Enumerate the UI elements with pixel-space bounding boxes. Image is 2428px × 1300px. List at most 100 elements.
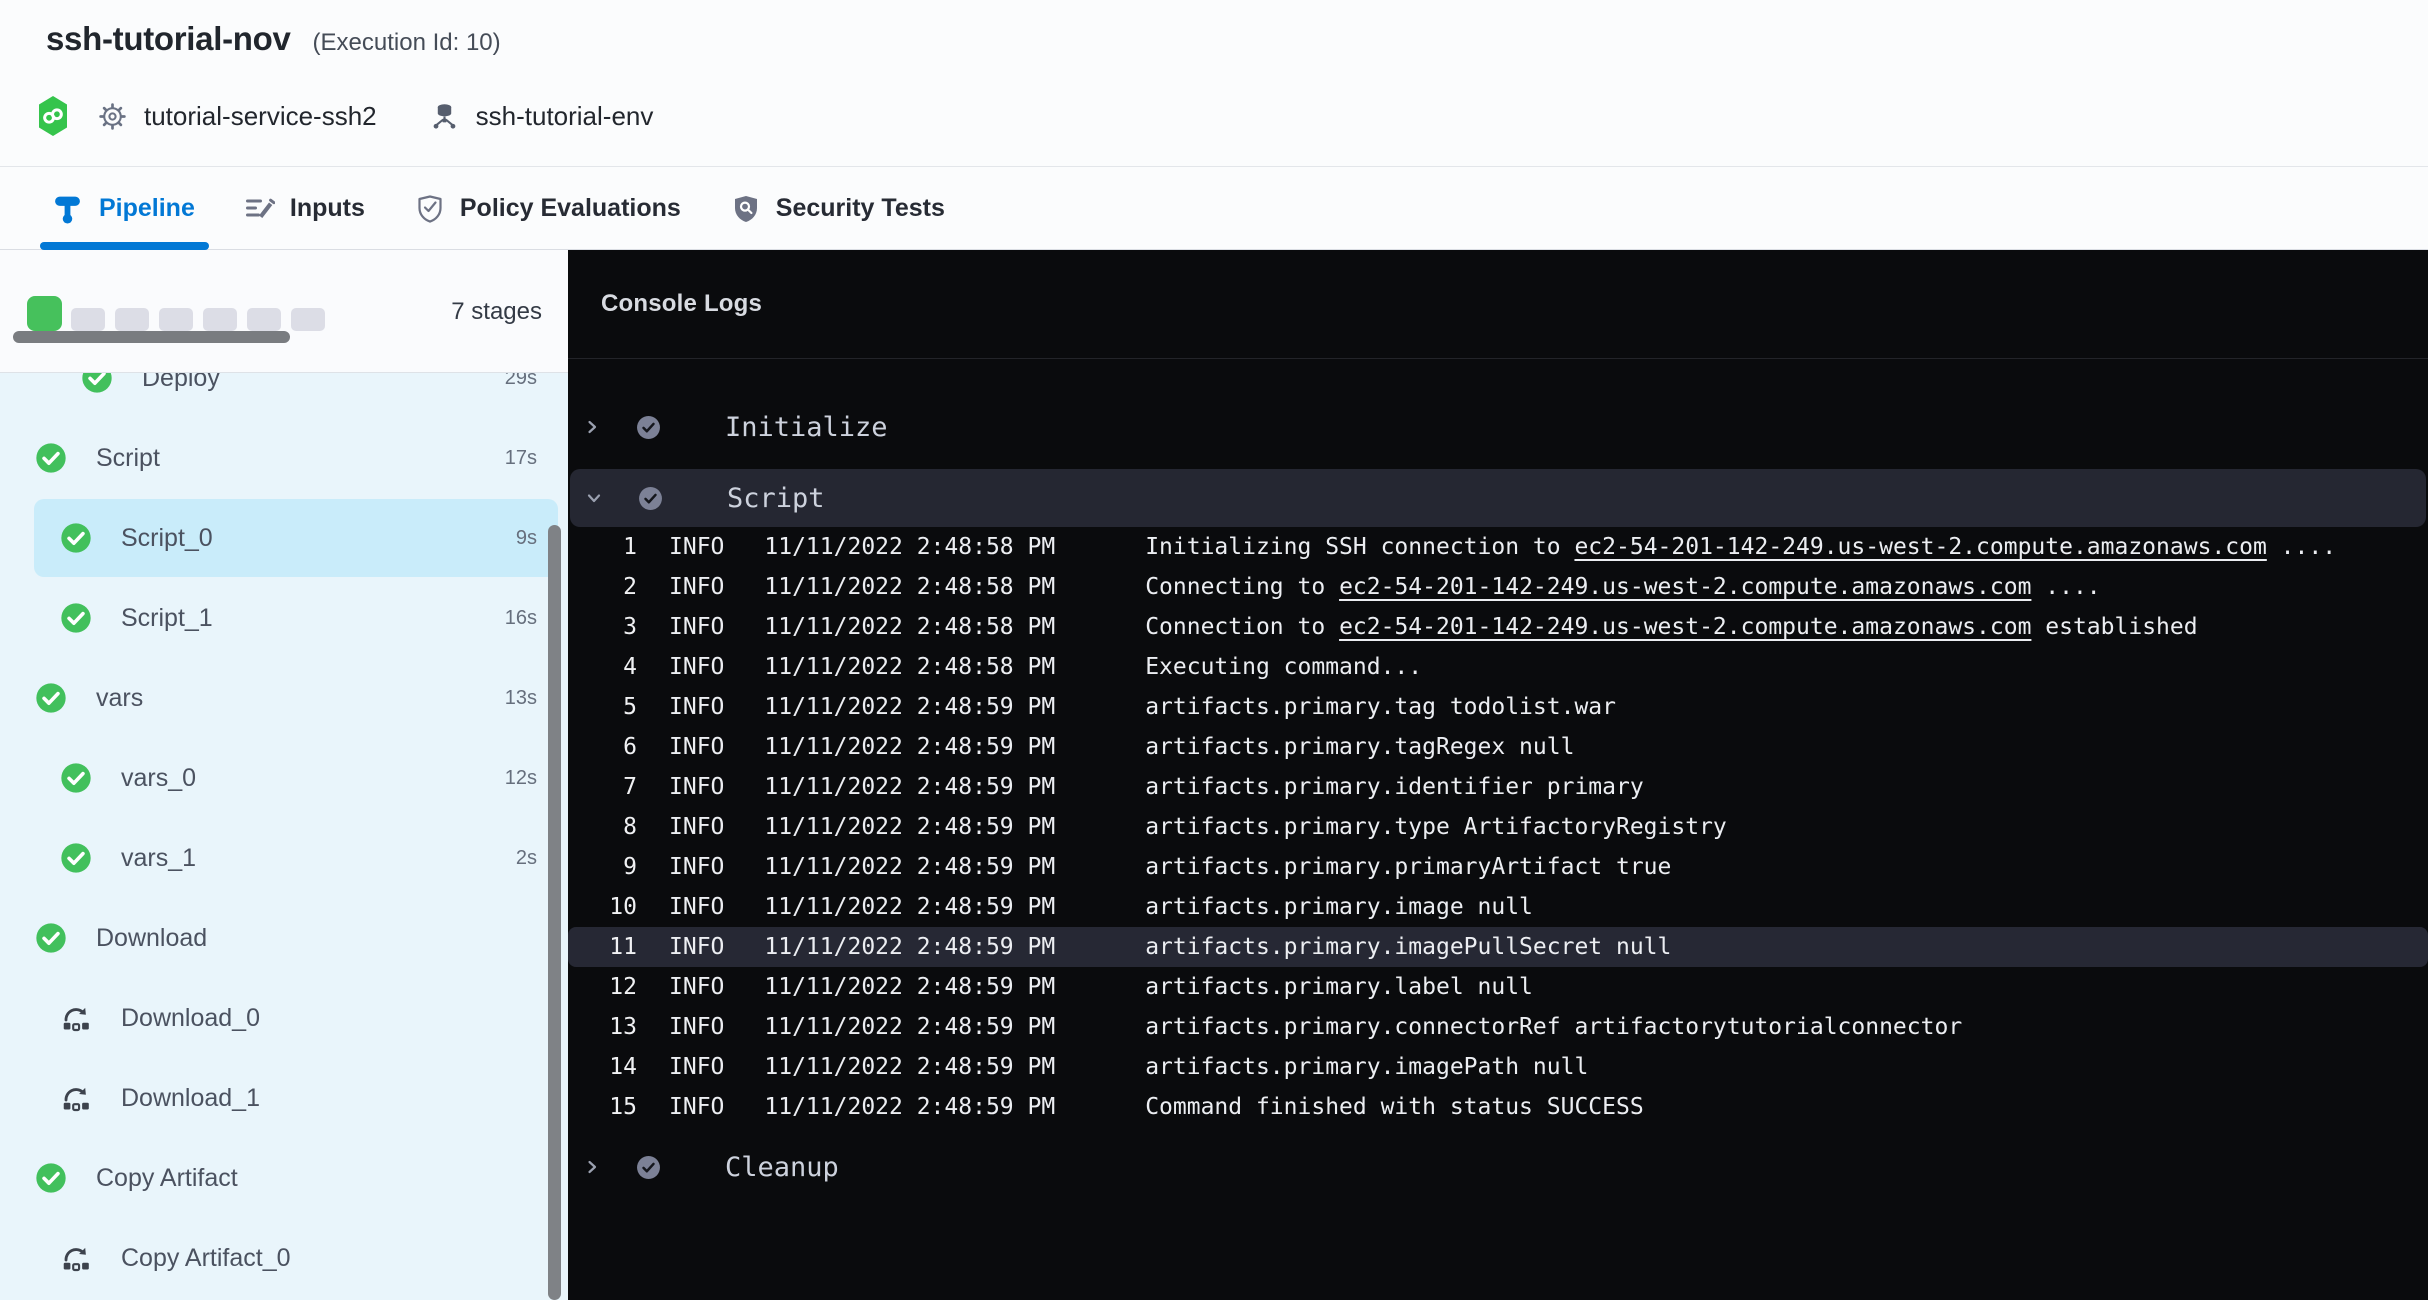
log-line-number: 9 bbox=[568, 847, 637, 887]
horizontal-scrollbar[interactable] bbox=[13, 331, 290, 343]
log-line[interactable]: 4 INFO 11/11/2022 2:48:58 PM Executing c… bbox=[568, 647, 2428, 687]
log-timestamp: 11/11/2022 2:48:59 PM bbox=[764, 767, 1055, 807]
log-section-script[interactable]: Script bbox=[570, 469, 2426, 527]
tab-pipeline[interactable]: Pipeline bbox=[40, 168, 209, 249]
log-text: artifacts.primary.tagRegex null bbox=[1145, 734, 1574, 760]
log-section-cleanup[interactable]: Cleanup bbox=[568, 1145, 2428, 1189]
stage-row[interactable]: Download_0 bbox=[0, 978, 568, 1058]
log-timestamp: 11/11/2022 2:48:58 PM bbox=[764, 527, 1055, 567]
log-lines: 1 INFO 11/11/2022 2:48:58 PM Initializin… bbox=[568, 527, 2428, 1127]
log-text: artifacts.primary.label null bbox=[1145, 974, 1533, 1000]
console-body: Initialize Script 1 INFO 11/11/2022 2:48… bbox=[568, 359, 2428, 1189]
environment-name[interactable]: ssh-tutorial-env bbox=[476, 101, 654, 132]
log-section-initialize[interactable]: Initialize bbox=[568, 405, 2428, 449]
tab-inputs[interactable]: Inputs bbox=[231, 168, 379, 249]
log-text: Connecting to bbox=[1145, 574, 1339, 600]
log-timestamp: 11/11/2022 2:48:59 PM bbox=[764, 807, 1055, 847]
log-line-number: 1 bbox=[568, 527, 637, 567]
cd-pipeline-hexagon-icon bbox=[37, 95, 69, 137]
log-line[interactable]: 1 INFO 11/11/2022 2:48:58 PM Initializin… bbox=[568, 527, 2428, 567]
log-line[interactable]: 2 INFO 11/11/2022 2:48:58 PM Connecting … bbox=[568, 567, 2428, 607]
log-line-number: 10 bbox=[568, 887, 637, 927]
log-line[interactable]: 8 INFO 11/11/2022 2:48:59 PM artifacts.p… bbox=[568, 807, 2428, 847]
stage-row[interactable]: Deploy 29s bbox=[0, 373, 568, 418]
chevron-right-icon[interactable] bbox=[584, 1159, 600, 1175]
rollback-step-icon bbox=[60, 1242, 92, 1274]
log-level: INFO bbox=[669, 767, 724, 807]
pipeline-icon bbox=[54, 194, 84, 224]
log-line[interactable]: 5 INFO 11/11/2022 2:48:59 PM artifacts.p… bbox=[568, 687, 2428, 727]
execution-header: ssh-tutorial-nov (Execution Id: 10) bbox=[0, 0, 2428, 167]
log-message: Executing command... bbox=[1145, 647, 1422, 687]
stage-row[interactable]: Script 17s bbox=[0, 418, 568, 498]
log-level: INFO bbox=[669, 1007, 724, 1047]
log-timestamp: 11/11/2022 2:48:59 PM bbox=[764, 887, 1055, 927]
log-text: artifacts.primary.type ArtifactoryRegist… bbox=[1145, 814, 1727, 840]
log-timestamp: 11/11/2022 2:48:58 PM bbox=[764, 647, 1055, 687]
chevron-down-icon[interactable] bbox=[586, 490, 602, 506]
vertical-scrollbar[interactable] bbox=[548, 525, 561, 1300]
log-line[interactable]: 6 INFO 11/11/2022 2:48:59 PM artifacts.p… bbox=[568, 727, 2428, 767]
stage-progress-square bbox=[247, 308, 281, 331]
section-label: Initialize bbox=[725, 412, 888, 443]
log-line[interactable]: 7 INFO 11/11/2022 2:48:59 PM artifacts.p… bbox=[568, 767, 2428, 807]
log-line-number: 6 bbox=[568, 727, 637, 767]
log-text: artifacts.primary.image null bbox=[1145, 894, 1533, 920]
success-check-icon bbox=[60, 602, 92, 634]
stages-sidebar: 7 stages Deploy 29s Script 17s Script_0 … bbox=[0, 250, 568, 1300]
tab-policy-evaluations[interactable]: Policy Evaluations bbox=[401, 168, 695, 249]
stage-progress-squares bbox=[27, 296, 335, 331]
log-level: INFO bbox=[669, 967, 724, 1007]
stage-row[interactable]: vars_0 12s bbox=[0, 738, 568, 818]
log-timestamp: 11/11/2022 2:48:59 PM bbox=[764, 967, 1055, 1007]
stage-row[interactable]: Copy Artifact bbox=[0, 1138, 568, 1218]
success-check-icon bbox=[60, 842, 92, 874]
log-line[interactable]: 10 INFO 11/11/2022 2:48:59 PM artifacts.… bbox=[568, 887, 2428, 927]
stage-label: Copy Artifact_0 bbox=[121, 1244, 291, 1273]
stage-duration: 17s bbox=[505, 447, 537, 470]
stage-row[interactable]: vars 13s bbox=[0, 658, 568, 738]
rollback-step-icon bbox=[60, 1002, 92, 1034]
tab-label: Pipeline bbox=[99, 194, 195, 223]
log-line[interactable]: 11 INFO 11/11/2022 2:48:59 PM artifacts.… bbox=[568, 927, 2428, 967]
log-level: INFO bbox=[669, 567, 724, 607]
log-hostname-link[interactable]: ec2-54-201-142-249.us-west-2.compute.ama… bbox=[1339, 614, 2031, 640]
stage-row[interactable]: Script_1 16s bbox=[0, 578, 568, 658]
stage-row[interactable]: vars_1 2s bbox=[0, 818, 568, 898]
stage-label: Script_1 bbox=[121, 604, 213, 633]
security-shield-search-icon bbox=[731, 194, 761, 224]
log-message: artifacts.primary.label null bbox=[1145, 967, 1533, 1007]
stage-row[interactable]: Copy Artifact_0 bbox=[0, 1218, 568, 1298]
log-message: Connection to ec2-54-201-142-249.us-west… bbox=[1145, 607, 2197, 647]
log-line[interactable]: 15 INFO 11/11/2022 2:48:59 PM Command fi… bbox=[568, 1087, 2428, 1127]
inputs-icon bbox=[245, 194, 275, 224]
log-line[interactable]: 3 INFO 11/11/2022 2:48:58 PM Connection … bbox=[568, 607, 2428, 647]
stage-row[interactable]: Script_0 9s bbox=[0, 498, 568, 578]
log-line[interactable]: 13 INFO 11/11/2022 2:48:59 PM artifacts.… bbox=[568, 1007, 2428, 1047]
stage-label: vars bbox=[96, 684, 143, 713]
log-message: artifacts.primary.imagePath null bbox=[1145, 1047, 1588, 1087]
service-group[interactable]: tutorial-service-ssh2 bbox=[97, 101, 377, 132]
environment-group[interactable]: ssh-tutorial-env bbox=[429, 101, 654, 132]
stage-row[interactable]: Download bbox=[0, 898, 568, 978]
log-hostname-link[interactable]: ec2-54-201-142-249.us-west-2.compute.ama… bbox=[1339, 574, 2031, 600]
success-check-icon bbox=[35, 1162, 67, 1194]
log-line-number: 2 bbox=[568, 567, 637, 607]
stage-row[interactable]: Download_1 bbox=[0, 1058, 568, 1138]
success-check-icon bbox=[35, 442, 67, 474]
service-name[interactable]: tutorial-service-ssh2 bbox=[144, 101, 377, 132]
log-line-number: 4 bbox=[568, 647, 637, 687]
log-line[interactable]: 9 INFO 11/11/2022 2:48:59 PM artifacts.p… bbox=[568, 847, 2428, 887]
tab-security-tests[interactable]: Security Tests bbox=[717, 168, 959, 249]
log-message: artifacts.primary.imagePullSecret null bbox=[1145, 927, 1671, 967]
log-text: artifacts.primary.imagePullSecret null bbox=[1145, 934, 1671, 960]
log-text: Command finished with status SUCCESS bbox=[1145, 1094, 1644, 1120]
stage-list: Deploy 29s Script 17s Script_0 9s Script… bbox=[0, 373, 568, 1300]
chevron-right-icon[interactable] bbox=[584, 419, 600, 435]
console-header: Console Logs bbox=[568, 250, 2428, 359]
log-line[interactable]: 14 INFO 11/11/2022 2:48:59 PM artifacts.… bbox=[568, 1047, 2428, 1087]
success-check-icon bbox=[60, 522, 92, 554]
log-hostname-link[interactable]: ec2-54-201-142-249.us-west-2.compute.ama… bbox=[1574, 534, 2266, 560]
stage-progress-square bbox=[159, 308, 193, 331]
log-line[interactable]: 12 INFO 11/11/2022 2:48:59 PM artifacts.… bbox=[568, 967, 2428, 1007]
